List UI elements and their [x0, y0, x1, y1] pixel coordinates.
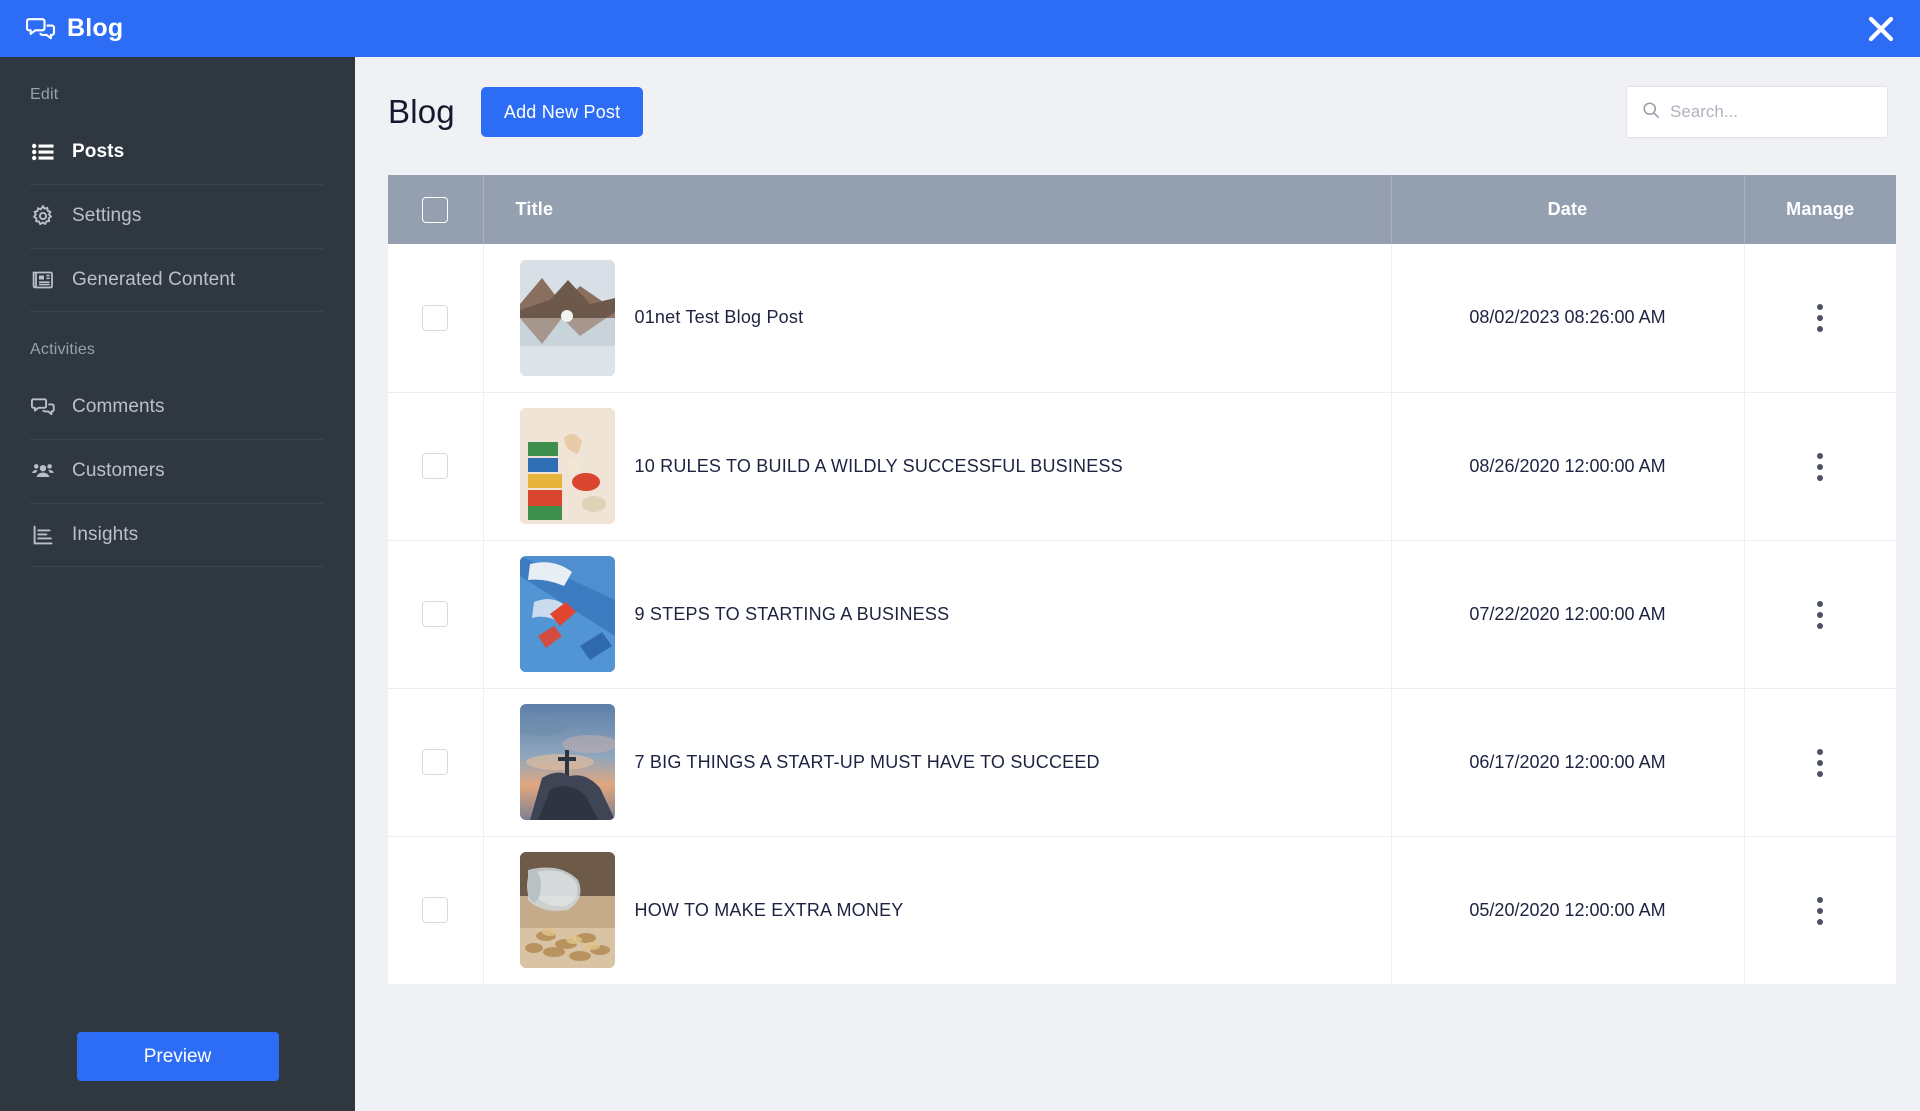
table-row[interactable]: 10 RULES TO BUILD A WILDLY SUCCESSFUL BU… [388, 392, 1896, 541]
gear-icon [30, 203, 56, 229]
row-checkbox[interactable] [422, 601, 449, 627]
title-column-header[interactable]: Title [483, 175, 1392, 244]
table-row[interactable]: 7 BIG THINGS A START-UP MUST HAVE TO SUC… [388, 688, 1896, 837]
window-title-bar: Blog [0, 0, 1920, 57]
sidebar-item-label: Settings [72, 205, 142, 226]
sidebar: Edit Posts Settings Generated Content Ac… [0, 57, 355, 1111]
row-title-cell: 7 BIG THINGS A START-UP MUST HAVE TO SUC… [483, 688, 1392, 837]
sidebar-item-label: Generated Content [72, 269, 236, 290]
row-checkbox[interactable] [422, 897, 449, 923]
sidebar-item-customers[interactable]: Customers [0, 439, 355, 503]
posts-table-body: 01net Test Blog Post 08/02/2023 08:26:00… [388, 244, 1896, 985]
row-menu-icon[interactable] [1811, 298, 1829, 338]
posts-table-container: Title Date Manage 01net Test Blog Post 0… [388, 175, 1896, 985]
page-header: Blog Add New Post [355, 57, 1920, 167]
sidebar-item-settings[interactable]: Settings [0, 184, 355, 248]
row-menu-icon[interactable] [1811, 891, 1829, 931]
sidebar-group-label-edit: Edit [30, 86, 59, 103]
sidebar-group-activities: Comments Customers Insights [0, 375, 355, 567]
post-title[interactable]: 9 STEPS TO STARTING A BUSINESS [635, 604, 950, 625]
row-select-cell [388, 836, 484, 985]
chat-bubbles-icon [25, 16, 56, 42]
search-input[interactable] [1670, 102, 1873, 122]
row-date-cell: 08/02/2023 08:26:00 AM [1391, 244, 1745, 393]
manage-column-header: Manage [1744, 175, 1896, 244]
row-date-cell: 08/26/2020 12:00:00 AM [1391, 392, 1745, 541]
table-row[interactable]: HOW TO MAKE EXTRA MONEY 05/20/2020 12:00… [388, 836, 1896, 985]
search-box[interactable] [1626, 86, 1888, 138]
sidebar-item-label: Insights [72, 524, 139, 545]
sidebar-item-label: Comments [72, 396, 165, 417]
preview-button[interactable]: Preview [76, 1032, 279, 1081]
people-icon [30, 458, 56, 484]
row-menu-icon[interactable] [1811, 743, 1829, 783]
row-menu-icon[interactable] [1811, 595, 1829, 635]
row-title-cell: 9 STEPS TO STARTING A BUSINESS [483, 540, 1392, 689]
post-title[interactable]: 01net Test Blog Post [635, 307, 804, 328]
posts-table: Title Date Manage 01net Test Blog Post 0… [388, 175, 1896, 985]
sidebar-item-generated-content[interactable]: Generated Content [0, 248, 355, 312]
sidebar-item-comments[interactable]: Comments [0, 375, 355, 439]
mountain-lake-reflection-thumbnail [519, 259, 615, 376]
date-column-header[interactable]: Date [1391, 175, 1745, 244]
row-date-cell: 05/20/2020 12:00:00 AM [1391, 836, 1745, 985]
row-title-cell: 01net Test Blog Post [483, 244, 1392, 393]
page-title: Blog [388, 93, 455, 130]
window-title: Blog [67, 14, 124, 42]
post-title[interactable]: HOW TO MAKE EXTRA MONEY [635, 900, 904, 921]
row-select-cell [388, 244, 484, 393]
list-icon [30, 139, 56, 165]
post-title[interactable]: 10 RULES TO BUILD A WILDLY SUCCESSFUL BU… [635, 456, 1123, 477]
main-content: Blog Add New Post Title [355, 57, 1920, 1111]
preview-button-container: Preview [0, 1032, 355, 1081]
row-manage-cell [1744, 836, 1896, 985]
row-date-cell: 07/22/2020 12:00:00 AM [1391, 540, 1745, 689]
row-manage-cell [1744, 688, 1896, 837]
row-date-cell: 06/17/2020 12:00:00 AM [1391, 688, 1745, 837]
sidebar-group-label-activities: Activities [30, 341, 96, 358]
coin-jar-thumbnail [519, 852, 615, 968]
row-title-cell: 10 RULES TO BUILD A WILDLY SUCCESSFUL BU… [483, 392, 1392, 541]
select-all-checkbox[interactable] [422, 196, 449, 223]
colored-blocks-thumbnail [519, 408, 615, 524]
sidebar-item-label: Posts [72, 141, 125, 162]
blue-running-shoe-thumbnail [519, 556, 615, 672]
blog-admin-window: Blog Edit Posts Settings Generated Conte… [0, 0, 1920, 1111]
post-title[interactable]: 7 BIG THINGS A START-UP MUST HAVE TO SUC… [635, 752, 1100, 773]
row-menu-icon[interactable] [1811, 447, 1829, 487]
row-select-cell [388, 688, 484, 837]
cliff-statue-sunset-thumbnail [519, 704, 615, 820]
table-row[interactable]: 01net Test Blog Post 08/02/2023 08:26:00… [388, 244, 1896, 393]
row-title-cell: HOW TO MAKE EXTRA MONEY [483, 836, 1392, 985]
row-select-cell [388, 392, 484, 541]
table-row[interactable]: 9 STEPS TO STARTING A BUSINESS 07/22/202… [388, 540, 1896, 689]
bar-chart-icon [30, 522, 56, 548]
sidebar-item-label: Customers [72, 460, 165, 481]
row-manage-cell [1744, 244, 1896, 393]
chat-bubbles-icon [30, 394, 56, 420]
row-select-cell [388, 540, 484, 689]
sidebar-group-edit: Posts Settings Generated Content [0, 120, 355, 312]
window-title-group: Blog [0, 14, 123, 43]
posts-table-header: Title Date Manage [388, 175, 1896, 244]
add-new-post-button[interactable]: Add New Post [480, 87, 644, 137]
row-checkbox[interactable] [422, 304, 449, 331]
row-checkbox[interactable] [422, 453, 449, 479]
select-all-header [388, 175, 484, 244]
row-checkbox[interactable] [422, 749, 449, 775]
sidebar-item-insights[interactable]: Insights [0, 503, 355, 567]
search-icon [1641, 100, 1661, 125]
close-icon[interactable] [1864, 12, 1898, 46]
row-manage-cell [1744, 540, 1896, 689]
row-manage-cell [1744, 392, 1896, 541]
sidebar-item-posts[interactable]: Posts [0, 120, 355, 184]
newspaper-icon [30, 267, 56, 293]
table-header-row: Title Date Manage [388, 175, 1896, 244]
